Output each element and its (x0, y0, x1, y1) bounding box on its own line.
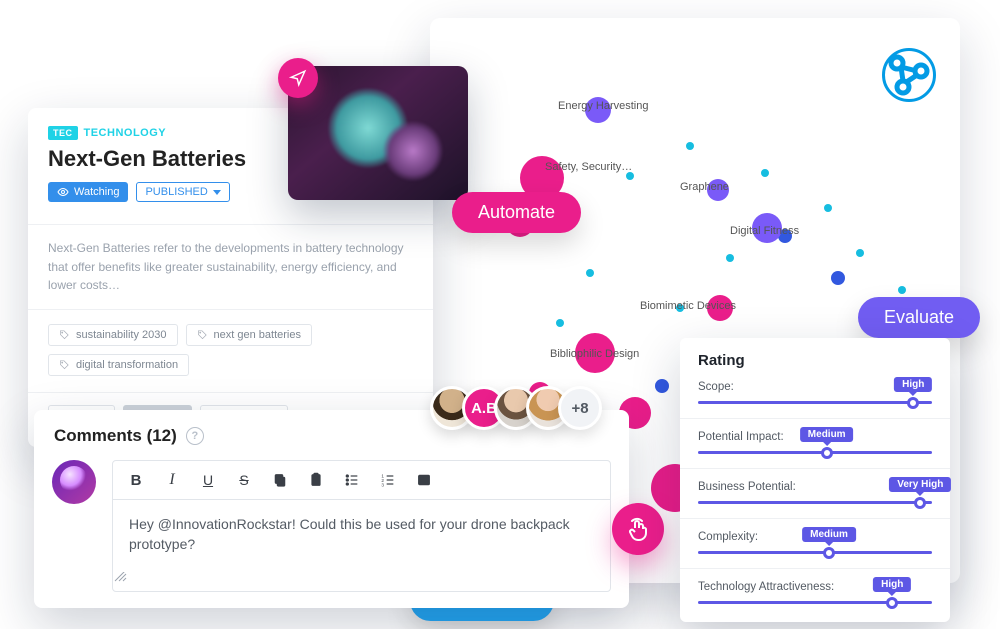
divider (680, 518, 950, 519)
numbered-list-button[interactable]: 123 (379, 471, 397, 489)
rating-row: Scope:High (698, 381, 932, 404)
help-icon[interactable]: ? (186, 427, 204, 445)
underline-button[interactable]: U (199, 471, 217, 489)
tag-list: sustainability 2030 next gen batteries d… (28, 310, 433, 393)
category-chip: TEC (48, 126, 78, 140)
collaborator-more[interactable]: +8 (558, 386, 602, 430)
tag-chip[interactable]: next gen batteries (186, 324, 312, 346)
comments-panel: Comments (12) ? B I U S 123 Hey @Innovat… (34, 410, 629, 608)
send-button[interactable] (278, 58, 318, 98)
rating-row: Potential Impact:Medium (698, 431, 932, 454)
collaborator-stack: A.B +8 (430, 386, 602, 430)
node-label: Bibliophilic Design (550, 348, 639, 360)
tag-icon (59, 329, 70, 340)
tag-icon (197, 329, 208, 340)
bold-button[interactable]: B (127, 471, 145, 489)
editor-toolbar: B I U S 123 (113, 461, 610, 500)
watching-label: Watching (74, 186, 119, 198)
tag-label: digital transformation (76, 359, 178, 371)
rating-title: Rating (698, 352, 932, 369)
rating-badge: Medium (800, 427, 854, 442)
pill-evaluate: Evaluate (858, 297, 980, 338)
rating-slider[interactable]: Medium (698, 551, 932, 554)
comments-heading: Comments (12) (54, 426, 177, 446)
divider (680, 568, 950, 569)
slider-handle[interactable] (886, 597, 898, 609)
svg-text:3: 3 (381, 483, 384, 488)
tap-button[interactable] (612, 503, 664, 555)
tag-icon (59, 359, 70, 370)
resize-handle-icon[interactable] (113, 572, 127, 582)
slider-handle[interactable] (823, 547, 835, 559)
tag-chip[interactable]: digital transformation (48, 354, 189, 376)
slider-handle[interactable] (821, 447, 833, 459)
tag-chip[interactable]: sustainability 2030 (48, 324, 178, 346)
rating-badge: Very High (889, 477, 951, 492)
node-label: Graphene (680, 181, 729, 193)
description-text: Next-Gen Batteries refer to the developm… (28, 225, 433, 310)
pill-automate: Automate (452, 192, 581, 233)
slider-handle[interactable] (914, 497, 926, 509)
published-dropdown[interactable]: PUBLISHED (136, 182, 229, 202)
node-label: Digital Fitness (730, 225, 799, 237)
strike-button[interactable]: S (235, 471, 253, 489)
published-label: PUBLISHED (145, 186, 207, 198)
chevron-down-icon (213, 190, 221, 195)
image-button[interactable] (415, 471, 433, 489)
comment-textarea[interactable]: Hey @InnovationRockstar! Could this be u… (113, 500, 610, 569)
node-label: Safety, Security… (545, 161, 632, 173)
bulleted-list-button[interactable] (343, 471, 361, 489)
divider (680, 418, 950, 419)
rating-slider[interactable]: Very High (698, 501, 932, 504)
rating-badge: High (894, 377, 932, 392)
avatar[interactable] (52, 460, 96, 504)
tag-label: next gen batteries (214, 329, 301, 341)
rating-badge: High (873, 577, 911, 592)
rating-slider[interactable]: Medium (698, 451, 932, 454)
rating-panel: Rating Scope:High Potential Impact:Medium… (680, 338, 950, 622)
category-name: TECHNOLOGY (84, 127, 167, 139)
rating-slider[interactable]: High (698, 401, 932, 404)
comment-editor: B I U S 123 Hey @InnovationRockstar! Cou… (112, 460, 611, 592)
rating-badge: Medium (802, 527, 856, 542)
rating-slider[interactable]: High (698, 601, 932, 604)
slider-handle[interactable] (907, 397, 919, 409)
graph-hub-icon[interactable] (882, 48, 936, 102)
paste-button[interactable] (307, 471, 325, 489)
divider (680, 468, 950, 469)
rating-row: Technology Attractiveness:High (698, 581, 932, 604)
watching-chip[interactable]: Watching (48, 182, 128, 202)
hand-tap-icon (626, 517, 650, 541)
paper-plane-icon (289, 69, 307, 87)
copy-button[interactable] (271, 471, 289, 489)
rating-row: Complexity:Medium (698, 531, 932, 554)
node-label: Energy Harvesting (558, 100, 649, 112)
tag-label: sustainability 2030 (76, 329, 167, 341)
node-label: Biomimetic Devices (640, 300, 736, 312)
eye-icon (57, 186, 69, 198)
italic-button[interactable]: I (163, 471, 181, 489)
rating-row: Business Potential:Very High (698, 481, 932, 504)
